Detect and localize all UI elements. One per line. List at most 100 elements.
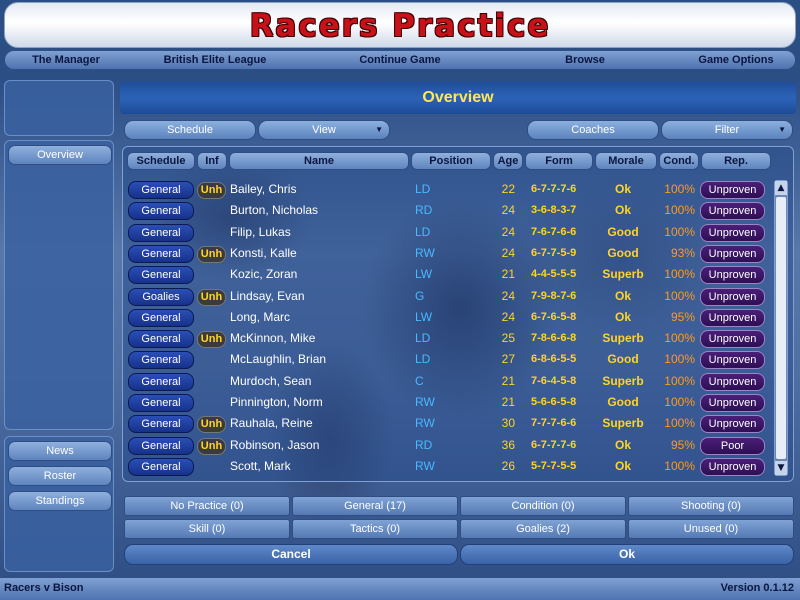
filter-general-button[interactable]: General (17) xyxy=(292,496,458,516)
coaches-label: Coaches xyxy=(571,124,615,136)
player-name[interactable]: Burton, Nicholas xyxy=(230,200,318,221)
table-row[interactable]: Goalies Unh Lindsay, Evan G 24 7-9-8-7-6 Ok 100… xyxy=(127,286,767,307)
player-condition: 100% xyxy=(664,288,695,303)
table-row[interactable]: General Filip, Lukas LD 24 7-6-7-6-6 Good 100%… xyxy=(127,222,767,243)
ok-button[interactable]: Ok xyxy=(460,544,794,565)
player-name[interactable]: Robinson, Jason xyxy=(230,435,319,456)
filter-unused-button[interactable]: Unused (0) xyxy=(628,519,794,539)
schedule-select-button[interactable]: General xyxy=(128,330,194,349)
table-row[interactable]: General McLaughlin, Brian LD 27 6-8-6-5-5 Goo… xyxy=(127,349,767,370)
column-header-inf[interactable]: Inf xyxy=(197,152,227,170)
table-row[interactable]: General Unh Bailey, Chris LD 22 6-7-7-7-6 Ok 10… xyxy=(127,179,767,200)
column-header-age[interactable]: Age xyxy=(493,152,523,170)
table-row[interactable]: General Murdoch, Sean C 21 7-6-4-5-8 Superb 10… xyxy=(127,371,767,392)
player-condition: 95% xyxy=(670,309,695,324)
schedule-button[interactable]: Schedule xyxy=(124,120,256,140)
player-name[interactable]: Lindsay, Evan xyxy=(230,286,305,307)
schedule-select-button[interactable]: General xyxy=(128,244,194,263)
player-morale: Good xyxy=(607,224,639,239)
table-row[interactable]: General Unh Robinson, Jason RD 36 6-7-7-7-6 Ok… xyxy=(127,435,767,456)
player-age: 24 xyxy=(501,203,515,218)
player-age: 27 xyxy=(501,352,515,367)
schedule-select-button[interactable]: General xyxy=(128,457,194,476)
player-position: C xyxy=(415,373,424,388)
column-header-morale[interactable]: Morale xyxy=(595,152,657,170)
column-header-rep[interactable]: Rep. xyxy=(701,152,771,170)
nav-the-manager[interactable]: The Manager xyxy=(11,51,121,71)
player-morale: Ok xyxy=(614,203,631,218)
schedule-select-button[interactable]: General xyxy=(128,181,194,199)
filter-shooting-button[interactable]: Shooting (0) xyxy=(628,496,794,516)
table-row[interactable]: General Unh Rauhala, Reine RW 30 7-7-7-6-6 Sup… xyxy=(127,413,767,434)
filter-condition-button[interactable]: Condition (0) xyxy=(460,496,626,516)
table-row[interactable]: General Kozic, Zoran LW 21 4-4-5-5-5 Superb 10… xyxy=(127,264,767,285)
column-header-condition[interactable]: Cond. xyxy=(659,152,699,170)
player-form: 6-7-7-5-9 xyxy=(531,246,577,259)
player-position: RW xyxy=(415,416,435,431)
player-age: 24 xyxy=(501,245,515,260)
player-name[interactable]: Pinnington, Norm xyxy=(230,392,323,413)
sidebar-item-standings[interactable]: Standings xyxy=(8,491,112,511)
player-condition: 100% xyxy=(664,373,695,388)
schedule-select-button[interactable]: General xyxy=(128,223,194,242)
sidebar-item-roster[interactable]: Roster xyxy=(8,466,112,486)
view-dropdown[interactable]: View ▼ xyxy=(258,120,390,140)
sidebar-item-news[interactable]: News xyxy=(8,441,112,461)
reputation-badge: Unproven xyxy=(700,202,765,221)
schedule-select-button[interactable]: General xyxy=(128,372,194,391)
column-header-position[interactable]: Position xyxy=(411,152,491,170)
filter-tactics-button[interactable]: Tactics (0) xyxy=(292,519,458,539)
player-name[interactable]: Scott, Mark xyxy=(230,456,291,477)
player-position: RW xyxy=(415,458,435,473)
filter-skill-button[interactable]: Skill (0) xyxy=(124,519,290,539)
player-name[interactable]: Filip, Lukas xyxy=(230,222,291,243)
player-name[interactable]: Long, Marc xyxy=(230,307,290,328)
nav-game-options[interactable]: Game Options xyxy=(681,51,791,71)
chevron-down-icon: ▼ xyxy=(778,125,786,134)
schedule-select-button[interactable]: General xyxy=(128,202,194,221)
schedule-select-button[interactable]: General xyxy=(128,351,194,370)
schedule-select-button[interactable]: Goalies xyxy=(128,287,194,306)
schedule-select-button[interactable]: General xyxy=(128,308,194,327)
sidebar-item-overview[interactable]: Overview xyxy=(8,145,112,165)
table-row[interactable]: General Unh Konsti, Kalle RW 24 6-7-7-5-9 Good… xyxy=(127,243,767,264)
reputation-badge: Unproven xyxy=(700,372,765,391)
table-row[interactable]: General Unh McKinnon, Mike LD 25 7-8-6-6-8 Sup… xyxy=(127,328,767,349)
player-age: 24 xyxy=(501,224,515,239)
player-name[interactable]: Rauhala, Reine xyxy=(230,413,313,434)
player-position: G xyxy=(415,288,425,303)
player-name[interactable]: Konsti, Kalle xyxy=(230,243,297,264)
schedule-select-button[interactable]: General xyxy=(128,266,194,285)
player-form: 6-7-7-7-6 xyxy=(531,438,577,451)
player-name[interactable]: Kozic, Zoran xyxy=(230,264,297,285)
cancel-button[interactable]: Cancel xyxy=(124,544,458,565)
table-row[interactable]: General Pinnington, Norm RW 21 5-6-6-5-8 Good… xyxy=(127,392,767,413)
table-row[interactable]: General Scott, Mark RW 26 5-7-7-5-5 Ok 100% Unp… xyxy=(127,456,767,477)
scroll-thumb[interactable] xyxy=(776,197,786,459)
schedule-select-button[interactable]: General xyxy=(128,394,194,412)
schedule-select-button[interactable]: General xyxy=(128,415,194,434)
filter-no-practice-button[interactable]: No Practice (0) xyxy=(124,496,290,516)
player-age: 22 xyxy=(501,182,515,196)
scrollbar[interactable]: ▲ ▼ xyxy=(774,180,788,476)
player-name[interactable]: Murdoch, Sean xyxy=(230,371,311,392)
table-row[interactable]: General Burton, Nicholas RD 24 3-6-8-3-7 Ok 10… xyxy=(127,200,767,221)
player-name[interactable]: Bailey, Chris xyxy=(230,179,296,200)
player-name[interactable]: McLaughlin, Brian xyxy=(230,349,326,370)
table-row[interactable]: General Long, Marc LW 24 6-7-6-5-8 Ok 95% Unpro… xyxy=(127,307,767,328)
reputation-badge: Unproven xyxy=(700,287,765,306)
nav-league[interactable]: British Elite League xyxy=(145,51,285,71)
nav-continue-game[interactable]: Continue Game xyxy=(335,51,465,71)
filter-goalies-button[interactable]: Goalies (2) xyxy=(460,519,626,539)
scroll-down-icon[interactable]: ▼ xyxy=(775,461,787,475)
scroll-up-icon[interactable]: ▲ xyxy=(775,181,787,195)
schedule-select-button[interactable]: General xyxy=(128,436,194,455)
player-name[interactable]: McKinnon, Mike xyxy=(230,328,315,349)
column-header-form[interactable]: Form xyxy=(525,152,593,170)
coaches-button[interactable]: Coaches xyxy=(527,120,659,140)
player-form: 7-6-4-5-8 xyxy=(531,374,577,387)
nav-browse[interactable]: Browse xyxy=(545,51,625,71)
filter-dropdown[interactable]: Filter ▼ xyxy=(661,120,793,140)
column-header-name[interactable]: Name xyxy=(229,152,409,170)
column-header-schedule[interactable]: Schedule xyxy=(127,152,195,170)
